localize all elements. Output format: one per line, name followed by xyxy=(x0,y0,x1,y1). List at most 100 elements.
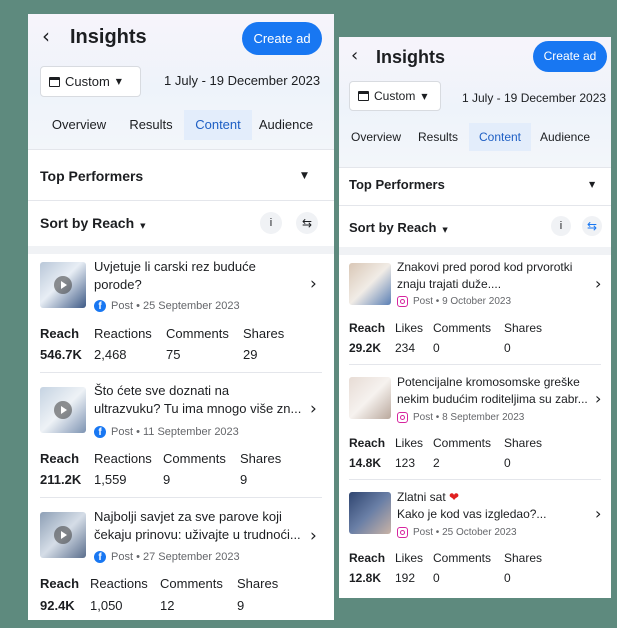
tab-content[interactable]: Content xyxy=(184,110,252,140)
metric-value-reach: 29.2K xyxy=(349,341,382,355)
page-title: Insights xyxy=(70,26,147,48)
post-title-line[interactable]: čekaju prinovu: uživajte u trudnoći... xyxy=(94,526,304,544)
metric-value-reach: 546.7K xyxy=(40,347,82,362)
facebook-icon: f xyxy=(94,300,106,312)
back-arrow-icon[interactable]: ‹ xyxy=(351,45,358,66)
tab-content[interactable]: Content xyxy=(469,123,531,151)
post-meta: f Post • 11 September 2023 xyxy=(94,426,239,438)
info-icon[interactable]: i xyxy=(551,216,571,236)
metric-label-shares: Shares xyxy=(237,576,279,591)
divider xyxy=(28,149,334,150)
insights-header: ‹ Insights Create ad Custom ▼ 1 July - 1… xyxy=(28,14,334,149)
page-title: Insights xyxy=(376,47,446,67)
chevron-right-icon[interactable]: › xyxy=(595,274,601,293)
post-thumbnail[interactable] xyxy=(40,262,86,308)
metric-label-shares: Shares xyxy=(240,451,282,466)
post-title-line[interactable]: ultrazvuku? Tu ima mnogo više zn... xyxy=(94,400,302,418)
chevron-right-icon[interactable]: › xyxy=(310,526,317,546)
chevron-down-icon[interactable]: ▼ xyxy=(589,180,595,189)
top-performers-heading[interactable]: Top Performers xyxy=(349,177,445,192)
create-ad-button[interactable]: Create ad xyxy=(242,22,322,55)
post-title-line[interactable]: Kako je kod vas izgledao?... xyxy=(397,505,546,523)
chevron-right-icon[interactable]: › xyxy=(595,504,601,523)
calendar-icon xyxy=(49,76,60,87)
post-meta: Post • 8 September 2023 xyxy=(397,412,524,423)
play-icon xyxy=(54,276,72,294)
divider xyxy=(339,205,611,206)
tab-results[interactable]: Results xyxy=(407,123,469,151)
section-band xyxy=(28,246,334,254)
metric-label-shares: Shares xyxy=(504,436,543,450)
post-title-line[interactable]: Najbolji savjet za sve parove koji xyxy=(94,508,282,526)
divider xyxy=(40,372,322,373)
chevron-right-icon[interactable]: › xyxy=(310,399,317,419)
sort-label: Sort by Reach xyxy=(40,215,135,231)
top-performers-heading[interactable]: Top Performers xyxy=(40,168,143,184)
back-arrow-icon[interactable]: ‹ xyxy=(42,24,50,48)
date-filter-label: Custom xyxy=(374,89,416,103)
metric-label-comments: Comments xyxy=(433,321,492,335)
metric-value-comments: 75 xyxy=(166,347,181,362)
date-range-text: 1 July - 19 December 2023 xyxy=(462,91,607,105)
tab-results[interactable]: Results xyxy=(118,110,184,140)
metric-value-comments: 2 xyxy=(433,456,440,470)
post-title-line[interactable]: Potencijalne kromosomske greške xyxy=(397,373,580,391)
post-thumbnail[interactable] xyxy=(349,263,391,305)
divider xyxy=(349,364,601,365)
metric-label-likes: Likes xyxy=(395,551,424,565)
post-meta: Post • 25 October 2023 xyxy=(397,527,517,538)
date-filter-label: Custom xyxy=(65,74,110,89)
sort-dropdown[interactable]: Sort by Reach ▼ xyxy=(349,220,448,235)
metric-label-comments: Comments xyxy=(433,551,492,565)
filter-icon[interactable]: ⇆ xyxy=(296,212,318,234)
metric-label-reach: Reach xyxy=(349,551,386,565)
metric-value-likes: 123 xyxy=(395,456,416,470)
tab-audience[interactable]: Audience xyxy=(252,110,320,140)
metric-value-shares: 0 xyxy=(504,456,511,470)
tab-overview[interactable]: Overview xyxy=(345,123,407,151)
post-thumbnail[interactable] xyxy=(349,377,391,419)
metric-label-shares: Shares xyxy=(243,326,285,341)
post-thumbnail[interactable] xyxy=(349,492,391,534)
metric-label-likes: Likes xyxy=(395,436,424,450)
metric-value-reach: 92.4K xyxy=(40,598,75,613)
calendar-icon xyxy=(358,91,369,101)
post-title-line[interactable]: Uvjetuje li carski rez buduće xyxy=(94,258,256,276)
caret-down-icon: ▼ xyxy=(421,91,428,101)
create-ad-button[interactable]: Create ad xyxy=(533,41,607,72)
divider xyxy=(339,167,611,168)
chevron-right-icon[interactable]: › xyxy=(310,274,317,294)
post-title-line[interactable]: Zlatni sat ❤ xyxy=(397,488,459,506)
post-title-line[interactable]: Znakovi pred porod kod prvorotki xyxy=(397,258,572,276)
chevron-right-icon[interactable]: › xyxy=(595,389,601,408)
date-filter-dropdown[interactable]: Custom ▼ xyxy=(349,81,441,111)
metric-label-reach: Reach xyxy=(40,576,80,591)
post-thumbnail[interactable] xyxy=(40,512,86,558)
insights-tabs: Overview Results Content Audience xyxy=(345,123,599,151)
info-icon[interactable]: i xyxy=(260,212,282,234)
metric-label-comments: Comments xyxy=(166,326,229,341)
play-icon xyxy=(54,401,72,419)
metric-value-shares: 0 xyxy=(504,341,511,355)
instagram-icon xyxy=(397,527,408,538)
post-title-line[interactable]: porode? xyxy=(94,276,142,294)
chevron-down-icon[interactable]: ▼ xyxy=(301,171,308,181)
caret-down-icon: ▼ xyxy=(442,226,448,234)
insights-tabs: Overview Results Content Audience xyxy=(40,110,320,140)
metric-value-reactions: 1,050 xyxy=(90,598,123,613)
tab-overview[interactable]: Overview xyxy=(40,110,118,140)
metric-label-reach: Reach xyxy=(349,321,386,335)
post-thumbnail[interactable] xyxy=(40,387,86,433)
post-title-line[interactable]: nekim budućim roditeljima su zabr... xyxy=(397,390,587,408)
metric-value-likes: 234 xyxy=(395,341,416,355)
post-title-line[interactable]: znaju trajati duže.... xyxy=(397,275,501,293)
sort-dropdown[interactable]: Sort by Reach ▼ xyxy=(40,215,146,231)
metric-label-reach: Reach xyxy=(40,451,80,466)
metric-value-reactions: 2,468 xyxy=(94,347,127,362)
date-filter-dropdown[interactable]: Custom ▼ xyxy=(40,66,141,97)
filter-icon[interactable]: ⇆ xyxy=(582,216,602,236)
caret-down-icon: ▼ xyxy=(140,222,146,230)
post-title-line[interactable]: Što ćete sve doznati na xyxy=(94,382,229,400)
caret-down-icon: ▼ xyxy=(115,77,122,86)
tab-audience[interactable]: Audience xyxy=(531,123,599,151)
